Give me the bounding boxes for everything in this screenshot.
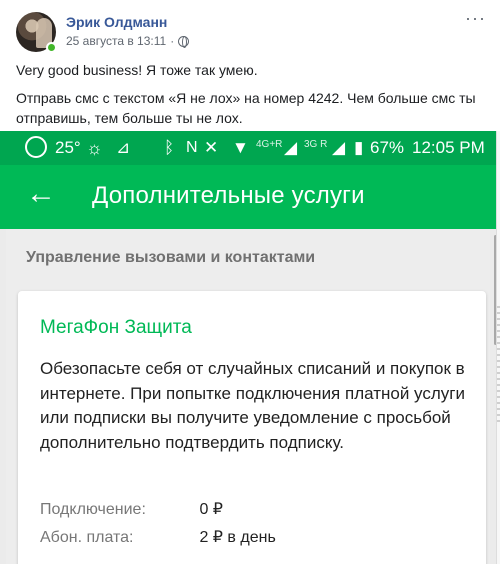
service-description: Обезопасьте себя от случайных списаний и… [40,359,465,452]
signal-icon: ◢ [332,138,346,157]
post-text: Very good business! Я тоже так умею. Отп… [16,60,486,136]
meta-separator: · [170,34,175,48]
more-options-icon[interactable]: ··· [465,8,486,29]
mute-icon: ✕ [204,138,219,157]
network-4g: 4G+R [256,139,283,150]
row-value: 0 ₽ [199,501,223,518]
post-paragraph: Отправь смс с текстом «Я не лох» на номе… [16,90,476,126]
bluetooth-icon: ᛒ [164,138,175,157]
signal-icon: ◢ [284,138,298,157]
battery-icon: ▮ [354,138,364,157]
sun-icon: ☼ [86,138,103,158]
post-header: Эрик Олдманн 25 августа в 13:11 · ··· [16,8,486,56]
post-paragraph: Very good business! Я тоже так умею. [16,62,258,78]
post-date[interactable]: 25 августа в 13:11 [66,34,166,48]
network-3g: 3G R [304,139,328,150]
screen-title: Дополнительные услуги [92,182,365,209]
row-label: Подключение: [40,501,146,518]
section-title: Управление вызовами и контактами [26,249,316,266]
nfc-icon: N [186,139,198,156]
author-name[interactable]: Эрик Олдманн [66,14,167,30]
post-meta: 25 августа в 13:11 · [66,34,190,48]
clock: 12:05 PM [412,138,485,157]
wifi-icon: ▼ [232,138,249,157]
globe-icon[interactable] [178,35,190,48]
service-title: МегаФон Защита [40,317,192,338]
arrow-back-icon[interactable]: ← [26,179,56,209]
status-bar: 25° ☼ ⊿ ᛒ N ✕ ▼ 4G+R ◢ 3G R ◢ ▮ 67% 12:0… [0,131,500,165]
online-status-icon [46,42,57,53]
activity-icon: ⊿ [116,138,131,157]
attached-screenshot[interactable]: 25° ☼ ⊿ ᛒ N ✕ ▼ 4G+R ◢ 3G R ◢ ▮ 67% 12:0… [0,131,500,564]
page-edge [496,131,500,564]
temperature: 25° [55,138,81,157]
battery-level: 67% [370,138,405,157]
row-label: Абон. плата: [40,529,134,546]
service-card[interactable]: МегаФон Защита Обезопасьте себя от случа… [18,291,486,564]
app-bar: ← Дополнительные услуги [0,165,500,229]
connection-fee-row: Подключение: 0 ₽ [40,499,223,519]
app-notification-icon [25,136,47,158]
subscription-fee-row: Абон. плата: 2 ₽ в день [40,527,276,547]
row-value: 2 ₽ в день [199,529,276,546]
